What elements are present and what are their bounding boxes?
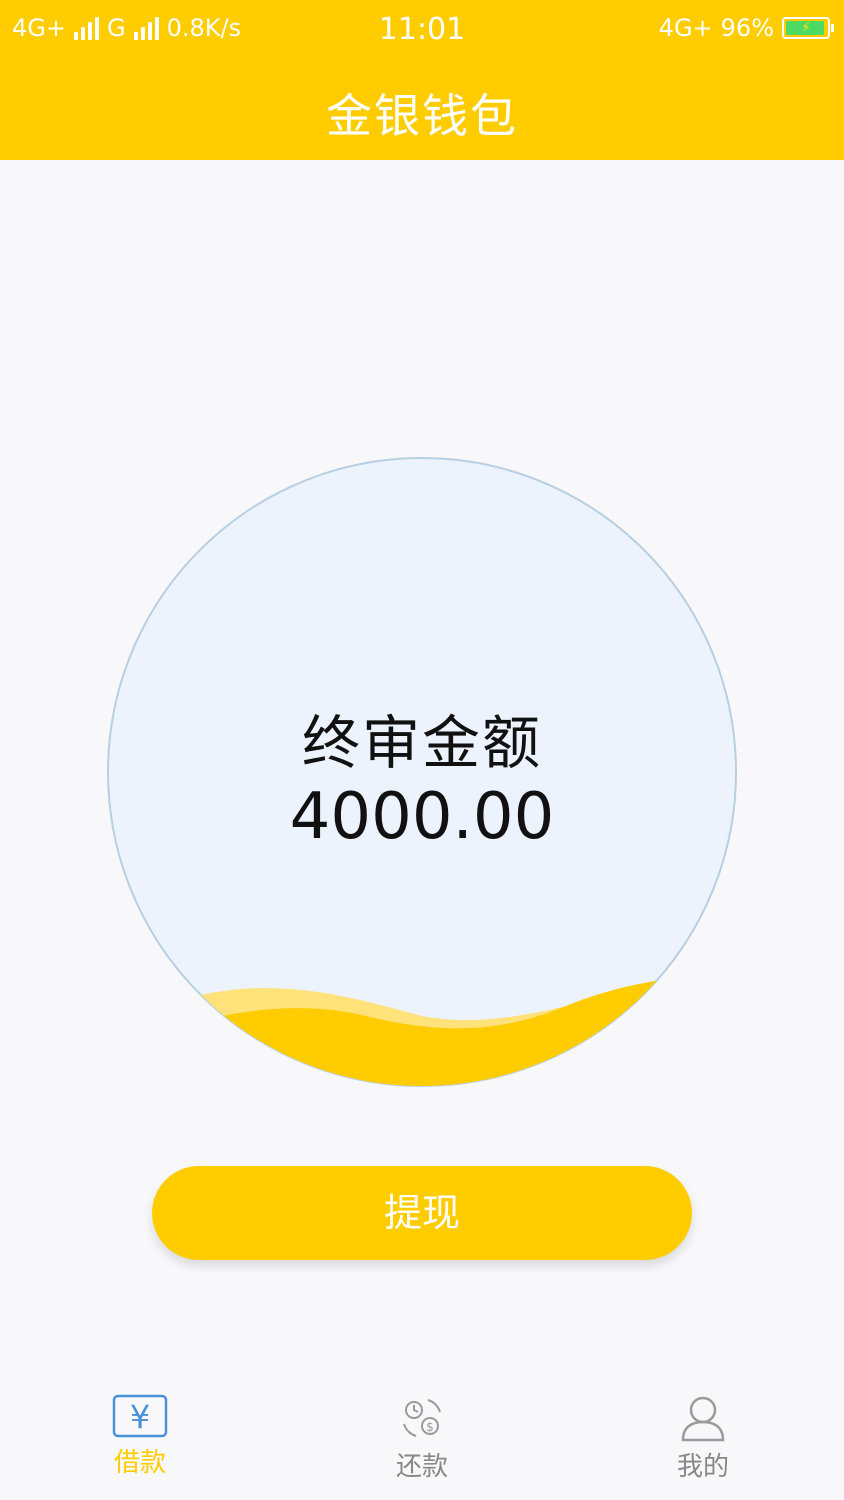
charging-icon: ⚡ — [801, 20, 811, 36]
battery-icon: ⚡ — [782, 17, 834, 39]
status-right: 4G+ 96% ⚡ — [658, 14, 834, 42]
tab-repay[interactable]: $ 还款 — [342, 1394, 502, 1483]
tab-label: 借款 — [113, 1448, 166, 1478]
gauge-amount: 4000.00 — [289, 780, 555, 854]
repay-icon: $ — [403, 1399, 441, 1437]
tab-mine[interactable]: 我的 — [623, 1394, 783, 1483]
withdraw-button[interactable]: 提现 — [152, 1166, 692, 1260]
tab-label: 我的 — [676, 1452, 729, 1482]
svg-text:¥: ¥ — [130, 1398, 150, 1436]
status-bar: 4G+ G 0.8K/s 11:01 4G+ 96% ⚡ — [0, 0, 844, 58]
network-type-right: 4G+ — [658, 14, 713, 42]
tab-borrow[interactable]: ¥ 借款 — [60, 1394, 220, 1479]
yen-icon: ¥ — [112, 1394, 168, 1438]
page-title: 金银钱包 — [326, 89, 518, 143]
user-icon — [681, 1396, 725, 1442]
svg-text:$: $ — [426, 1420, 434, 1434]
gauge-label: 终审金额 — [301, 709, 542, 777]
tab-bar: ¥ 借款 $ 还款 我的 — [0, 1380, 844, 1500]
app-header: 4G+ G 0.8K/s 11:01 4G+ 96% ⚡ 金银钱包 — [0, 0, 844, 160]
tab-label: 还款 — [395, 1452, 448, 1482]
battery-percent: 96% — [720, 14, 774, 42]
